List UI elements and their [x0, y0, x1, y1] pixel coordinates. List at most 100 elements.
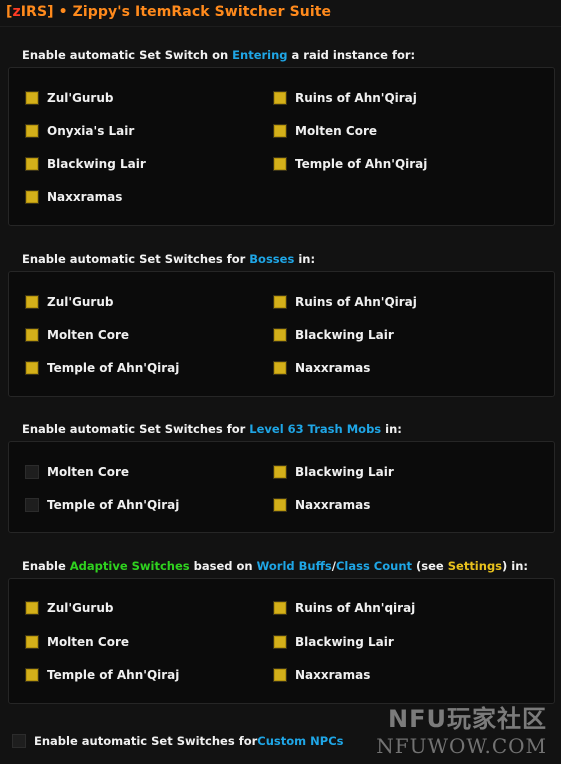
entering-option-molten-core[interactable]: Molten Core: [273, 121, 377, 141]
bosses-label-highlight: Bosses: [249, 252, 295, 266]
checkbox[interactable]: [273, 635, 287, 649]
checkbox[interactable]: [273, 91, 287, 105]
section-entering-box: Zul'Gurub Ruins of Ahn'Qiraj Onyxia's La…: [8, 67, 555, 226]
entering-label-post: a raid instance for:: [287, 48, 416, 62]
option-label: Molten Core: [47, 328, 130, 342]
custom-npcs-option[interactable]: Enable automatic Set Switches for Custom…: [12, 731, 344, 751]
option-label: Zul'Gurub: [47, 601, 114, 615]
entering-option-zulgurub[interactable]: Zul'Gurub: [25, 88, 113, 108]
entering-option-ruins-ahnqiraj[interactable]: Ruins of Ahn'Qiraj: [273, 88, 417, 108]
bosses-option-blackwing-lair[interactable]: Blackwing Lair: [273, 325, 394, 345]
checkbox[interactable]: [273, 328, 287, 342]
adaptive-option-zulgurub[interactable]: Zul'Gurub: [25, 598, 113, 618]
checkbox[interactable]: [273, 295, 287, 309]
checkbox[interactable]: [25, 190, 39, 204]
checkbox[interactable]: [273, 668, 287, 682]
option-label: Naxxramas: [47, 190, 123, 204]
adaptive-option-naxxramas[interactable]: Naxxramas: [273, 665, 370, 685]
header-divider: [0, 26, 561, 27]
option-label: Onyxia's Lair: [47, 124, 135, 138]
option-label: Temple of Ahn'Qiraj: [47, 498, 180, 512]
trash-option-molten-core[interactable]: Molten Core: [25, 462, 129, 482]
adaptive-label-highlight: Adaptive Switches: [69, 559, 190, 573]
section-trash-box: Molten Core Blackwing Lair Temple of Ahn…: [8, 441, 555, 533]
checkbox[interactable]: [273, 124, 287, 138]
adaptive-option-blackwing-lair[interactable]: Blackwing Lair: [273, 632, 394, 652]
world-buffs-label: World Buffs: [256, 559, 332, 573]
checkbox[interactable]: [12, 734, 26, 748]
section-adaptive-box: Zul'Gurub Ruins of Ahn'qiraj Molten Core…: [8, 578, 555, 704]
adaptive-label-1: Enable: [22, 559, 70, 573]
trash-label-pre: Enable automatic Set Switches for: [22, 422, 250, 436]
checkbox[interactable]: [25, 465, 39, 479]
class-count-label: Class Count: [335, 559, 413, 573]
option-label: Naxxramas: [295, 498, 371, 512]
adaptive-option-temple-ahnqiraj[interactable]: Temple of Ahn'Qiraj: [25, 665, 179, 685]
option-label: Ruins of Ahn'Qiraj: [295, 91, 417, 105]
entering-option-onyxias-lair[interactable]: Onyxia's Lair: [25, 121, 134, 141]
title-text: • Zippy's ItemRack Switcher Suite: [53, 4, 332, 20]
option-label: Ruins of Ahn'qiraj: [295, 601, 416, 615]
trash-option-naxxramas[interactable]: Naxxramas: [273, 495, 370, 515]
option-label: Blackwing Lair: [295, 465, 394, 479]
bosses-label-pre: Enable automatic Set Switches for: [22, 252, 250, 266]
title-tag-rest: IRS]: [20, 4, 54, 20]
settings-link[interactable]: Settings: [448, 559, 502, 573]
bosses-option-zulgurub[interactable]: Zul'Gurub: [25, 292, 113, 312]
option-label: Blackwing Lair: [295, 328, 394, 342]
checkbox[interactable]: [25, 361, 39, 375]
option-label: Temple of Ahn'Qiraj: [295, 157, 428, 171]
option-label: Zul'Gurub: [47, 91, 114, 105]
checkbox[interactable]: [25, 157, 39, 171]
checkbox[interactable]: [273, 601, 287, 615]
adaptive-label-4: ) in:: [502, 559, 529, 573]
adaptive-label-3: (see: [412, 559, 448, 573]
section-bosses-box: Zul'Gurub Ruins of Ahn'Qiraj Molten Core…: [8, 271, 555, 397]
option-label: Molten Core: [295, 124, 378, 138]
bosses-option-temple-ahnqiraj[interactable]: Temple of Ahn'Qiraj: [25, 358, 179, 378]
checkbox[interactable]: [25, 498, 39, 512]
adaptive-label-2: based on: [189, 559, 257, 573]
checkbox[interactable]: [273, 361, 287, 375]
bosses-option-molten-core[interactable]: Molten Core: [25, 325, 129, 345]
section-trash-label: Enable automatic Set Switches for Level …: [22, 422, 402, 436]
checkbox[interactable]: [273, 157, 287, 171]
watermark-bottom: NFUWOW.COM: [376, 734, 547, 758]
checkbox[interactable]: [25, 635, 39, 649]
entering-option-blackwing-lair[interactable]: Blackwing Lair: [25, 154, 146, 174]
watermark: NFU玩家社区 NFUWOW.COM: [376, 699, 547, 758]
bosses-label-post: in:: [294, 252, 316, 266]
checkbox[interactable]: [273, 498, 287, 512]
trash-option-temple-ahnqiraj[interactable]: Temple of Ahn'Qiraj: [25, 495, 179, 515]
custom-npcs-label-pre: Enable automatic Set Switches for: [34, 734, 258, 748]
checkbox[interactable]: [25, 668, 39, 682]
trash-option-blackwing-lair[interactable]: Blackwing Lair: [273, 462, 394, 482]
addon-title: [zIRS] • Zippy's ItemRack Switcher Suite: [6, 4, 331, 26]
custom-npcs-label-highlight: Custom NPCs: [257, 734, 344, 748]
option-label: Naxxramas: [295, 668, 371, 682]
entering-label-pre: Enable automatic Set Switch on: [22, 48, 233, 62]
checkbox[interactable]: [25, 601, 39, 615]
option-label: Zul'Gurub: [47, 295, 114, 309]
title-tag-z: z: [12, 4, 21, 20]
checkbox[interactable]: [25, 91, 39, 105]
watermark-top: NFU玩家社区: [388, 705, 547, 733]
trash-label-highlight: Level 63 Trash Mobs: [249, 422, 382, 436]
option-label: Blackwing Lair: [47, 157, 146, 171]
bosses-option-naxxramas[interactable]: Naxxramas: [273, 358, 370, 378]
section-adaptive-label: Enable Adaptive Switches based on World …: [22, 559, 528, 573]
option-label: Temple of Ahn'Qiraj: [47, 668, 180, 682]
checkbox[interactable]: [25, 295, 39, 309]
entering-label-highlight: Entering: [232, 48, 288, 62]
entering-option-temple-ahnqiraj[interactable]: Temple of Ahn'Qiraj: [273, 154, 427, 174]
checkbox[interactable]: [25, 124, 39, 138]
checkbox[interactable]: [273, 465, 287, 479]
entering-option-naxxramas[interactable]: Naxxramas: [25, 187, 122, 207]
option-label: Naxxramas: [295, 361, 371, 375]
adaptive-option-ruins-ahnqiraj[interactable]: Ruins of Ahn'qiraj: [273, 598, 415, 618]
section-bosses-label: Enable automatic Set Switches for Bosses…: [22, 252, 315, 266]
adaptive-option-molten-core[interactable]: Molten Core: [25, 632, 129, 652]
bosses-option-ruins-ahnqiraj[interactable]: Ruins of Ahn'Qiraj: [273, 292, 417, 312]
section-entering-label: Enable automatic Set Switch on Entering …: [22, 48, 415, 62]
checkbox[interactable]: [25, 328, 39, 342]
